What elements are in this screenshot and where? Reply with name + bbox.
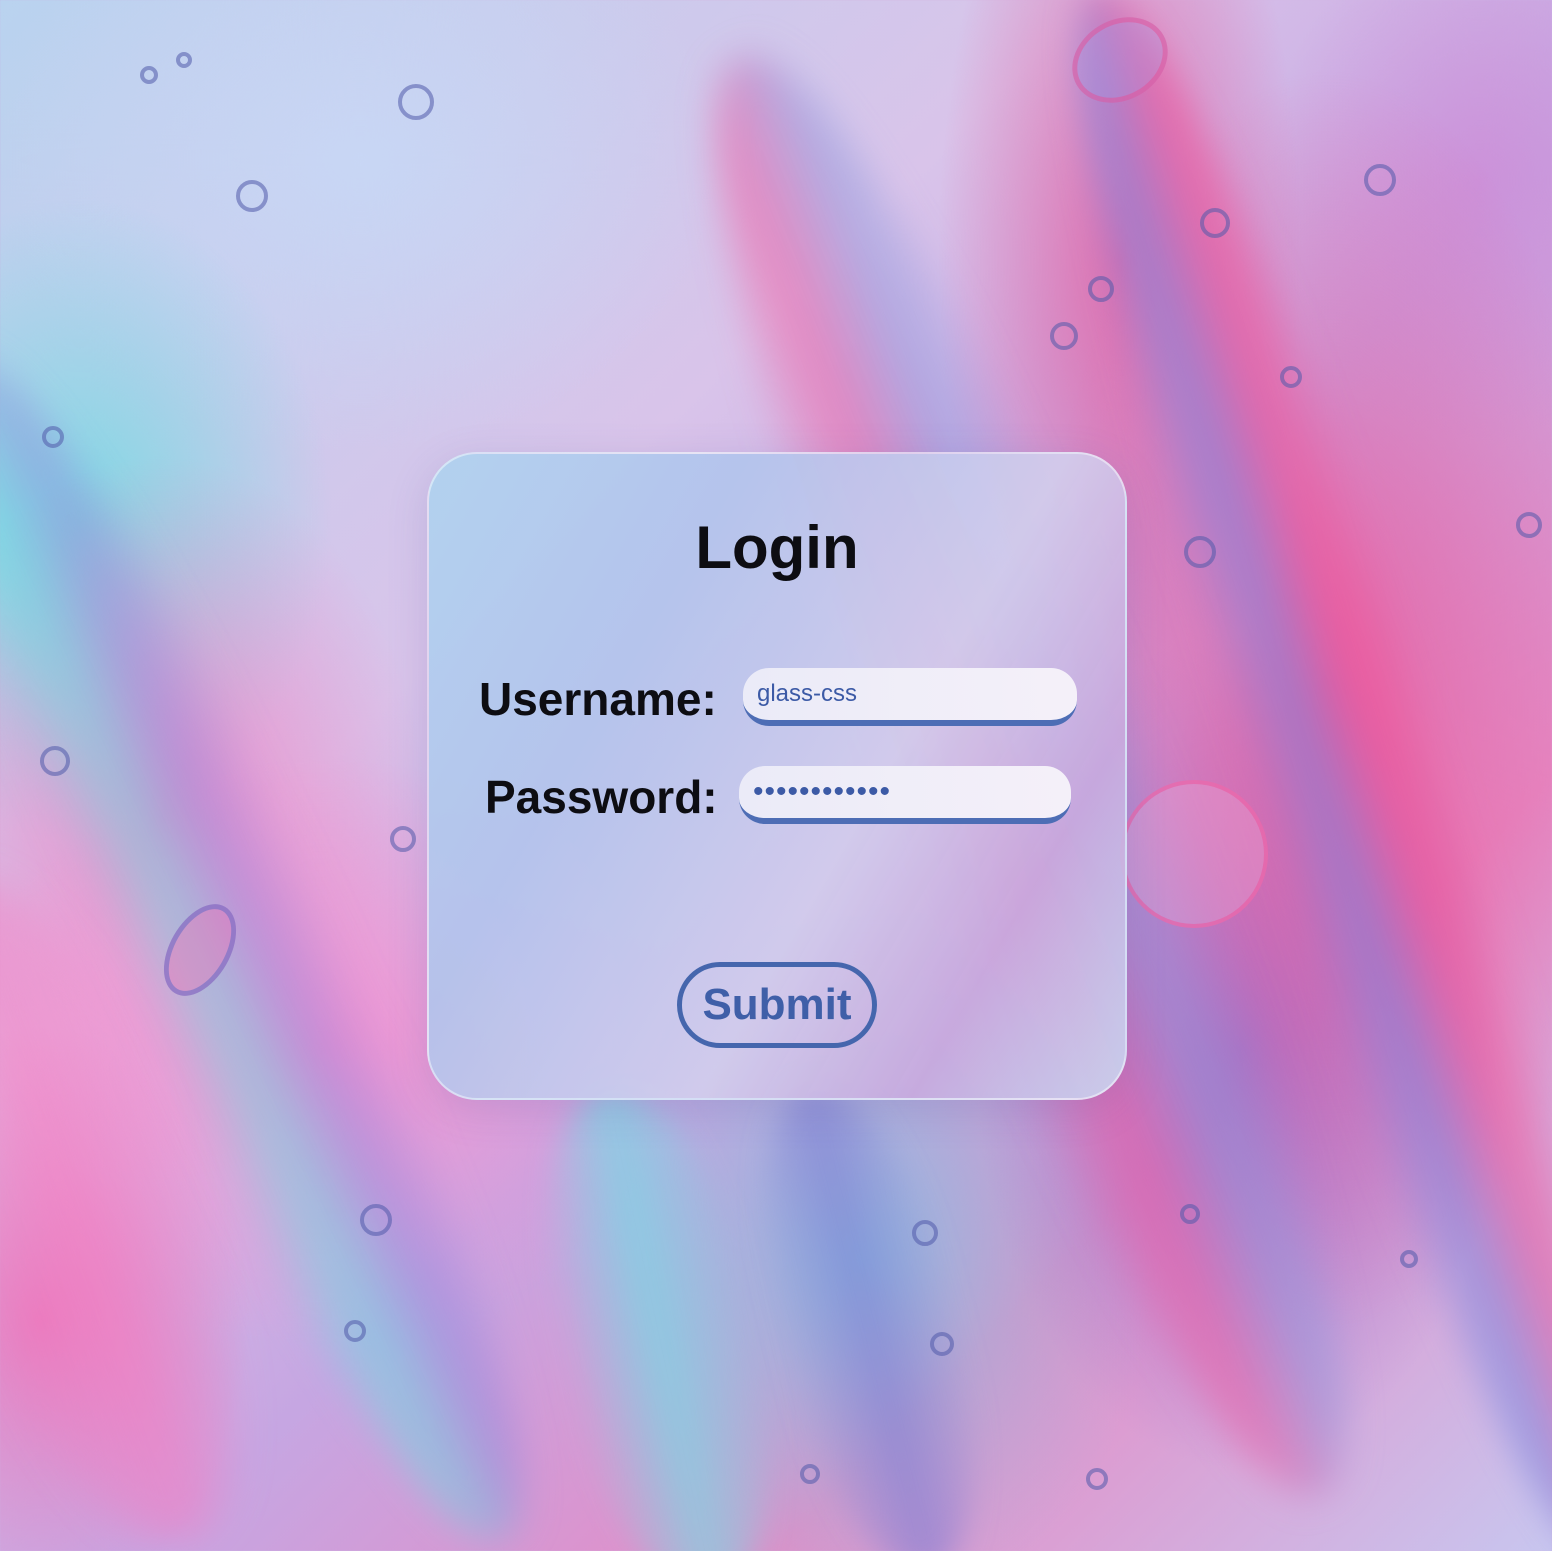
login-title: Login — [695, 514, 859, 581]
username-input[interactable] — [743, 668, 1077, 726]
password-label: Password: — [485, 771, 718, 823]
password-input[interactable] — [739, 766, 1071, 824]
login-card: Login Username: Password: Submit — [427, 452, 1127, 1100]
username-label: Username: — [479, 673, 717, 725]
submit-button[interactable]: Submit — [677, 962, 877, 1048]
